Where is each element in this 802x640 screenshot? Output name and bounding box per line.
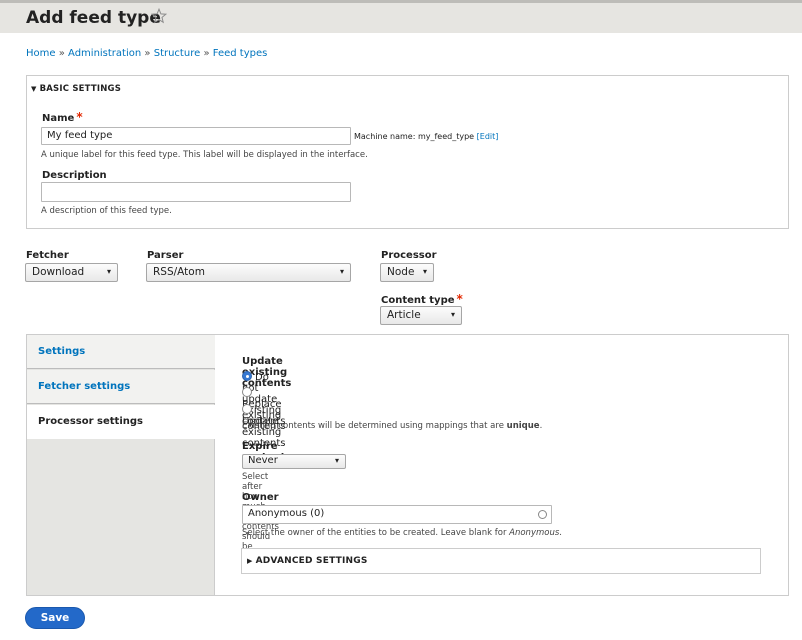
page-header: Add feed type <box>0 0 802 33</box>
chevron-down-icon: ▾ <box>106 267 111 276</box>
breadcrumb-home[interactable]: Home <box>26 48 56 59</box>
fetcher-label: Fetcher <box>26 250 69 261</box>
processor-label: Processor <box>381 250 437 261</box>
update-desc-suffix: . <box>539 421 543 431</box>
parser-label: Parser <box>147 250 184 261</box>
processor-select[interactable]: Node ▾ <box>380 263 434 282</box>
owner-desc-suffix: . <box>559 528 562 538</box>
radio-unchecked-icon <box>242 387 252 397</box>
update-desc-text: Existing contents will be determined usi… <box>242 421 504 431</box>
basic-settings-legend: BASIC SETTINGS <box>39 84 122 94</box>
fetcher-value: Download <box>32 266 85 278</box>
owner-desc-italic: Anonymous <box>509 528 560 538</box>
tab-fetcher-settings[interactable]: Fetcher settings <box>27 370 215 404</box>
content-type-label: Content type * <box>381 292 463 306</box>
required-mark: * <box>456 292 463 306</box>
expire-value: Never <box>248 455 278 466</box>
description-help: A description of this feed type. <box>41 206 172 216</box>
basic-settings-fieldset: ▼ BASIC SETTINGS Name * My feed type Machi… <box>26 75 789 229</box>
name-input[interactable]: My feed type <box>41 127 351 145</box>
advanced-settings-details[interactable]: ▶ ADVANCED SETTINGS <box>241 548 761 574</box>
name-label-text: Name <box>42 113 75 124</box>
tab-processor-settings[interactable]: Processor settings <box>27 405 216 439</box>
owner-autocomplete-input[interactable]: Anonymous (0) <box>242 505 552 524</box>
autocomplete-throbber-icon <box>538 510 547 519</box>
owner-value: Anonymous (0) <box>248 508 325 519</box>
update-desc-bold: unique <box>506 421 540 431</box>
content-type-value: Article <box>387 309 421 321</box>
machine-name-text: Machine name: my_feed_type <box>354 132 475 141</box>
content-type-label-text: Content type <box>381 295 455 306</box>
breadcrumb-separator: » <box>203 48 210 59</box>
radio-checked-icon <box>242 371 252 381</box>
triangle-down-icon: ▼ <box>31 85 37 93</box>
name-label: Name * <box>42 110 83 124</box>
basic-settings-toggle[interactable]: ▼ BASIC SETTINGS <box>31 84 121 94</box>
machine-name: Machine name: my_feed_type [Edit] <box>354 132 498 141</box>
breadcrumb-separator: » <box>144 48 151 59</box>
breadcrumb-separator: » <box>58 48 65 59</box>
advanced-settings-label: ADVANCED SETTINGS <box>255 556 368 566</box>
triangle-right-icon: ▶ <box>247 557 253 565</box>
breadcrumb-structure[interactable]: Structure <box>154 48 201 59</box>
content-type-select[interactable]: Article ▾ <box>380 306 462 325</box>
chevron-down-icon: ▾ <box>339 267 344 276</box>
breadcrumb-feed-types[interactable]: Feed types <box>213 48 268 59</box>
save-button[interactable]: Save <box>25 607 85 629</box>
advanced-settings-summary[interactable]: ▶ ADVANCED SETTINGS <box>247 556 368 566</box>
required-mark: * <box>76 110 83 124</box>
name-description: A unique label for this feed type. This … <box>41 150 368 160</box>
owner-label: Owner <box>242 492 279 503</box>
update-description: Existing contents will be determined usi… <box>242 421 542 431</box>
owner-desc-text: Select the owner of the entities to be c… <box>242 528 507 538</box>
parser-value: RSS/Atom <box>153 266 205 278</box>
chevron-down-icon: ▾ <box>450 310 455 319</box>
chevron-down-icon: ▾ <box>422 267 427 276</box>
machine-name-edit-link[interactable]: [Edit] <box>477 132 499 141</box>
fetcher-select[interactable]: Download ▾ <box>25 263 118 282</box>
tab-settings[interactable]: Settings <box>27 335 215 369</box>
parser-select[interactable]: RSS/Atom ▾ <box>146 263 351 282</box>
star-outline-icon[interactable] <box>151 8 167 24</box>
breadcrumb: Home » Administration » Structure » Feed… <box>26 48 267 59</box>
chevron-down-icon: ▾ <box>334 456 339 465</box>
description-input[interactable] <box>41 182 351 202</box>
owner-description: Select the owner of the entities to be c… <box>242 528 562 538</box>
radio-unchecked-icon <box>242 404 252 414</box>
breadcrumb-administration[interactable]: Administration <box>68 48 141 59</box>
page-title: Add feed type <box>26 8 161 28</box>
expire-contents-select[interactable]: Never ▾ <box>242 454 346 469</box>
description-label: Description <box>42 170 107 181</box>
processor-value: Node <box>387 266 415 278</box>
